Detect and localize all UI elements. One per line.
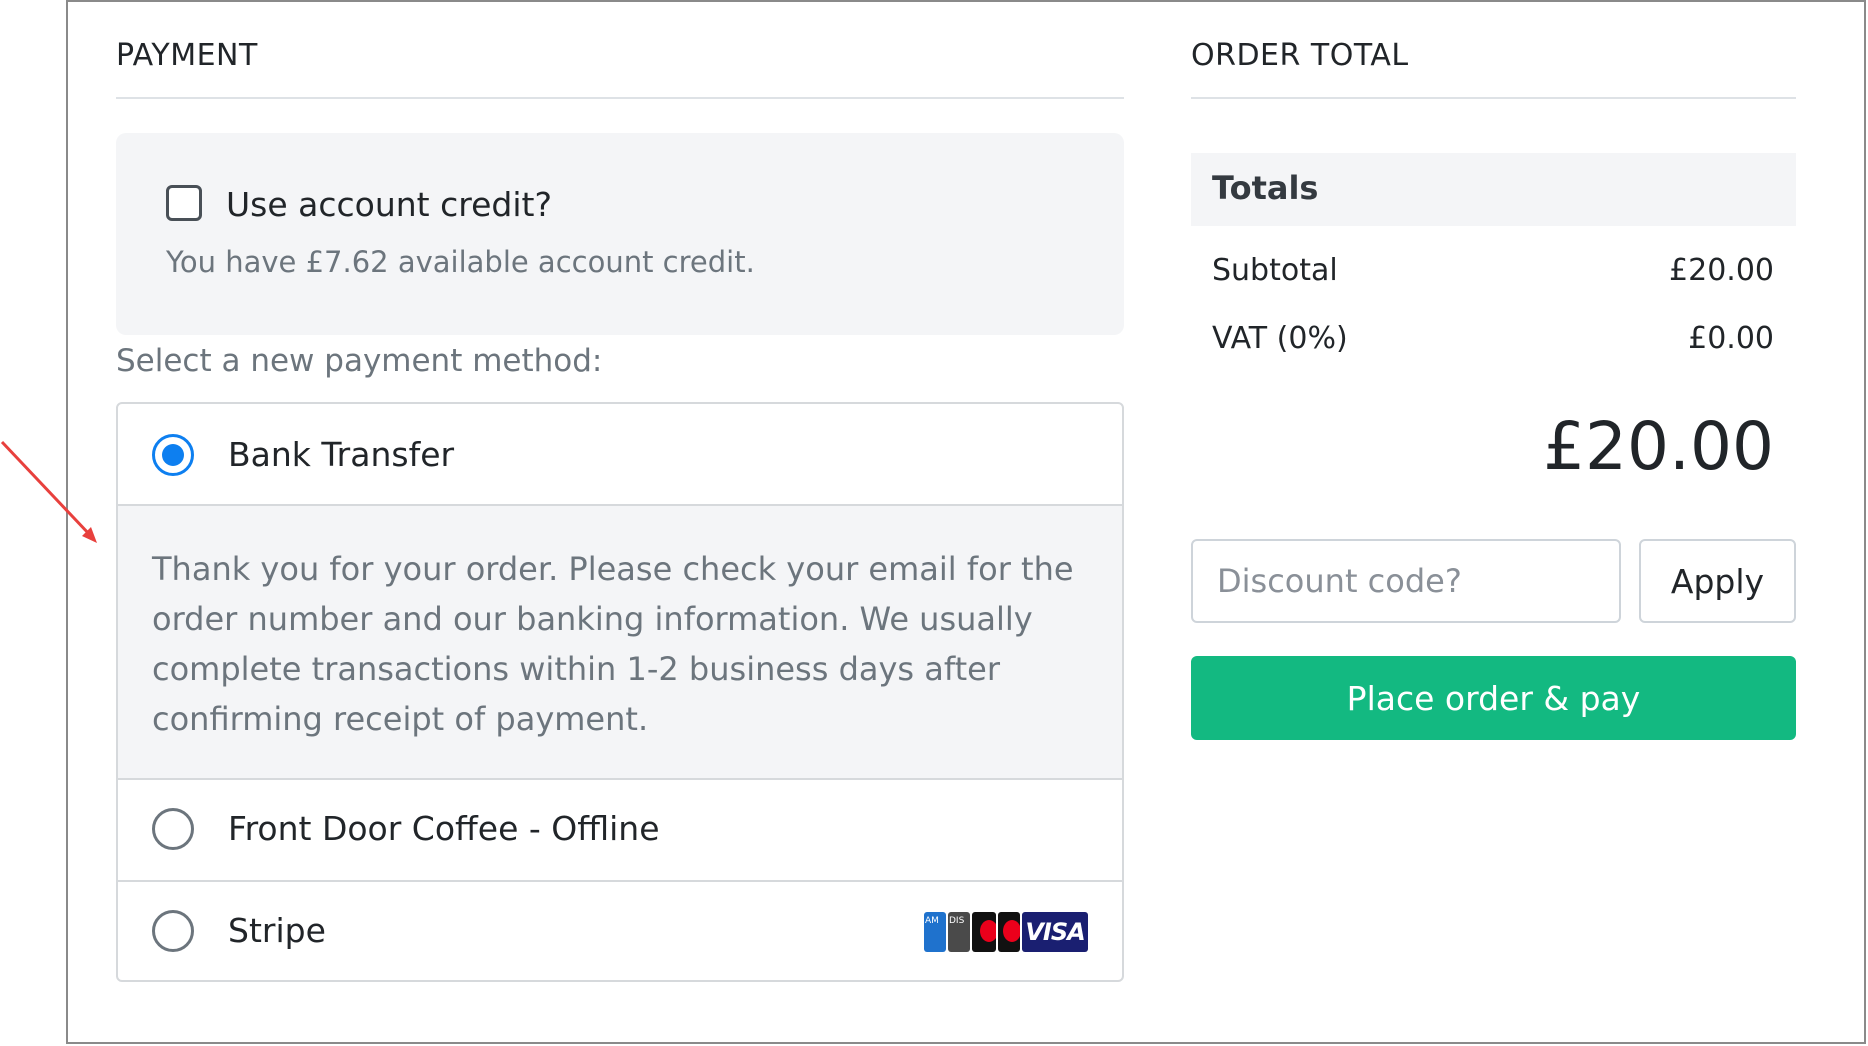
annotation-arrow [0, 440, 97, 543]
vat-value: £0.00 [1688, 321, 1774, 356]
grand-total: £20.00 [1543, 408, 1774, 485]
mastercard-icon [972, 912, 996, 952]
order-total-heading: ORDER TOTAL [1191, 38, 1409, 73]
subtotal-value: £20.00 [1669, 253, 1774, 288]
subtotal-label: Subtotal [1212, 253, 1338, 288]
card-logos: AM DIS VISA [924, 912, 1088, 952]
payment-option-stripe[interactable]: Stripe AM DIS VISA [118, 882, 1122, 980]
totals-heading: Totals [1212, 169, 1319, 207]
discount-code-input[interactable] [1191, 539, 1621, 623]
maestro-icon [998, 912, 1020, 952]
use-credit-label[interactable]: Use account credit? [226, 185, 552, 224]
bank-transfer-radio[interactable] [152, 434, 194, 476]
amex-icon: AM [924, 912, 946, 952]
credit-available-note: You have £7.62 available account credit. [166, 245, 755, 279]
payment-divider [116, 97, 1124, 99]
stripe-radio[interactable] [152, 910, 194, 952]
discover-icon: DIS [948, 912, 970, 952]
bank-transfer-details: Thank you for your order. Please check y… [118, 506, 1122, 780]
visa-icon: VISA [1022, 912, 1088, 952]
account-credit-panel: Use account credit? You have £7.62 avail… [116, 133, 1124, 335]
payment-methods-list: Bank Transfer Thank you for your order. … [116, 402, 1124, 982]
order-total-divider [1191, 97, 1796, 99]
select-method-label: Select a new payment method: [116, 343, 603, 379]
place-order-button[interactable]: Place order & pay [1191, 656, 1796, 740]
vat-label: VAT (0%) [1212, 321, 1348, 356]
payment-option-front-door-coffee[interactable]: Front Door Coffee - Offline [118, 780, 1122, 882]
bank-transfer-label[interactable]: Bank Transfer [228, 435, 454, 474]
stripe-label[interactable]: Stripe [228, 911, 326, 950]
use-credit-checkbox[interactable] [166, 185, 202, 221]
front-door-coffee-radio[interactable] [152, 808, 194, 850]
payment-heading: PAYMENT [116, 38, 258, 73]
front-door-coffee-label[interactable]: Front Door Coffee - Offline [228, 809, 660, 848]
bank-transfer-instructions: Thank you for your order. Please check y… [152, 550, 1074, 738]
payment-option-bank-transfer[interactable]: Bank Transfer [118, 404, 1122, 506]
apply-discount-button[interactable]: Apply [1639, 539, 1796, 623]
totals-header: Totals [1191, 153, 1796, 226]
